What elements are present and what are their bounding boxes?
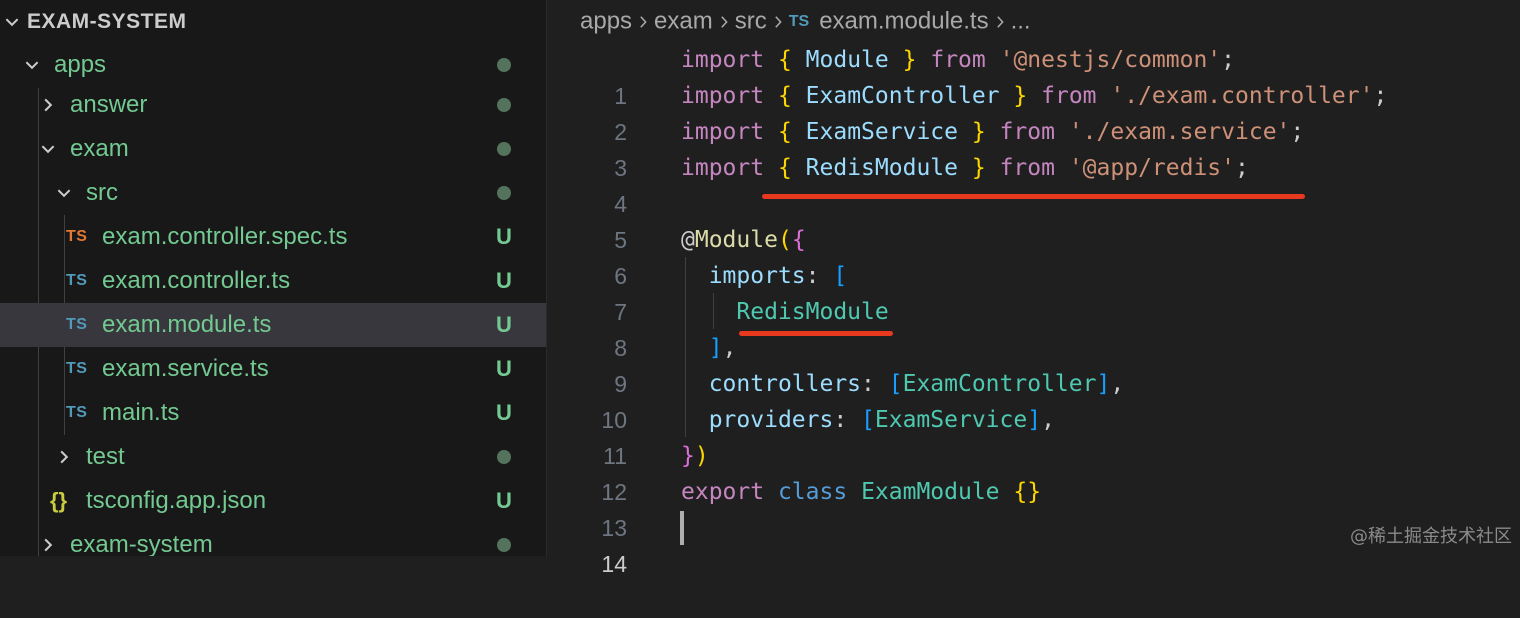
git-modified-dot — [497, 186, 511, 200]
tree-item-exam-service[interactable]: TS exam.service.ts U — [0, 347, 546, 391]
chevron-right-icon — [713, 1, 735, 43]
code-text: providers: [ExamService], — [708, 407, 1055, 433]
breadcrumb-ellipsis[interactable]: ... — [1011, 8, 1031, 35]
code-line-3: 3 import { ExamService } from './exam.se… — [547, 114, 1520, 181]
tree-item-exam-controller-spec[interactable]: TS exam.controller.spec.ts U — [0, 215, 546, 259]
code-line-5: 5 — [547, 186, 1520, 253]
git-modified-dot — [497, 142, 511, 156]
typescript-file-icon: TS — [66, 228, 88, 245]
code-line-9: 9 ], — [547, 330, 1520, 397]
text-cursor — [680, 511, 684, 545]
breadcrumb-item[interactable]: src — [735, 8, 767, 35]
tree-item-src[interactable]: src — [0, 171, 546, 215]
breadcrumb-item[interactable]: apps — [580, 8, 632, 35]
chevron-right-icon — [38, 523, 58, 556]
tree-item-answer[interactable]: answer — [0, 83, 546, 127]
git-modified-dot — [497, 98, 511, 112]
watermark: @稀土掘金技术社区 — [1350, 526, 1512, 547]
typescript-file-icon: TS — [788, 12, 810, 30]
tree-item-label: main.ts — [102, 399, 180, 426]
line-number-active: 14 — [601, 551, 627, 577]
tree-item-label: exam.controller.spec.ts — [102, 223, 348, 250]
tree-item-label: answer — [70, 91, 148, 118]
code-text: controllers: [ExamController], — [708, 371, 1125, 397]
breadcrumb-file[interactable]: exam.module.ts — [819, 8, 988, 35]
code-line-4: 4 import { RedisModule } from '@app/redi… — [547, 150, 1520, 217]
code-text: export class ExamModule {} — [681, 479, 1042, 505]
tree-item-exam[interactable]: exam — [0, 127, 546, 171]
root-folder-label: EXAM-SYSTEM — [27, 10, 187, 33]
code-text: import { RedisModule } from '@app/redis'… — [681, 155, 1249, 181]
code-line-13: 13 export class ExamModule {} — [547, 474, 1520, 541]
typescript-file-icon: TS — [66, 404, 88, 421]
chevron-right-icon — [38, 83, 58, 127]
code-line-10: 10 controllers: [ExamController], — [547, 366, 1520, 433]
tree-item-label: src — [86, 179, 118, 206]
chevron-right-icon — [767, 1, 789, 43]
code-text: RedisModule — [736, 299, 889, 325]
tree-item-label: tsconfig.app.json — [86, 487, 267, 514]
chevron-down-icon — [38, 127, 58, 171]
tree-item-label: exam.service.ts — [102, 355, 269, 382]
chevron-down-icon — [22, 43, 42, 87]
chevron-down-icon — [54, 171, 74, 215]
tree-item-label: exam.module.ts — [102, 311, 272, 338]
typescript-file-icon: TS — [66, 272, 88, 289]
code-text: ], — [708, 335, 737, 361]
code-text: import { ExamService } from './exam.serv… — [681, 119, 1305, 145]
code-line-12: 12 }) — [547, 438, 1520, 505]
code-line-11: 11 providers: [ExamService], — [547, 402, 1520, 469]
git-untracked-badge: U — [496, 488, 512, 513]
tree-item-exam-system[interactable]: exam-system — [0, 523, 546, 556]
code-text: @Module({ — [681, 227, 806, 253]
git-untracked-badge: U — [496, 400, 512, 425]
git-modified-dot — [497, 58, 511, 72]
git-modified-dot — [497, 450, 511, 464]
code-text: import { Module } from '@nestjs/common'; — [681, 47, 1236, 73]
tree-item-apps[interactable]: apps — [0, 43, 546, 87]
git-untracked-badge: U — [496, 312, 512, 337]
typescript-file-icon: TS — [66, 316, 88, 333]
tree-item-tsconfig-app[interactable]: {} tsconfig.app.json U — [0, 479, 546, 523]
git-modified-dot — [497, 538, 511, 552]
tree-item-label: apps — [54, 51, 107, 78]
chevron-down-icon — [2, 0, 22, 44]
git-untracked-badge: U — [496, 224, 512, 249]
code-line-1: 1 import { Module } from '@nestjs/common… — [547, 42, 1520, 109]
chevron-right-icon — [632, 1, 654, 43]
code-editor[interactable]: apps exam src TS exam.module.ts... 1 import … — [547, 0, 1520, 577]
code-text: imports: [ — [708, 263, 848, 289]
code-line-2: 2 import { ExamController } from './exam… — [547, 78, 1520, 145]
tree-item-label: exam — [70, 135, 129, 162]
code-text: }) — [681, 443, 709, 469]
tree-item-exam-controller[interactable]: TS exam.controller.ts U — [0, 259, 546, 303]
code-text: import { ExamController } from './exam.c… — [681, 83, 1388, 109]
breadcrumb-item[interactable]: exam — [654, 8, 713, 35]
explorer-sidebar: EXAM-SYSTEM apps answer exam src TS exam… — [0, 0, 547, 556]
tree-item-label: exam-system — [70, 531, 213, 556]
tree-item-exam-module[interactable]: TS exam.module.ts U — [0, 303, 546, 347]
explorer-root-header[interactable]: EXAM-SYSTEM — [0, 0, 546, 44]
code-line-7: 7 imports: [ — [547, 258, 1520, 325]
code-line-8: 8 RedisModule — [547, 294, 1520, 361]
tree-item-main[interactable]: TS main.ts U — [0, 391, 546, 435]
code-line-6: 6 @Module({ — [547, 222, 1520, 289]
git-untracked-badge: U — [496, 356, 512, 381]
typescript-file-icon: TS — [66, 360, 88, 377]
chevron-right-icon — [54, 435, 74, 479]
json-file-icon: {} — [50, 488, 68, 513]
chevron-right-icon — [989, 1, 1011, 43]
breadcrumb: apps exam src TS exam.module.ts... — [580, 0, 1031, 42]
tree-item-label: test — [86, 443, 125, 470]
tree-item-test[interactable]: test — [0, 435, 546, 479]
git-untracked-badge: U — [496, 268, 512, 293]
tree-item-label: exam.controller.ts — [102, 267, 291, 294]
